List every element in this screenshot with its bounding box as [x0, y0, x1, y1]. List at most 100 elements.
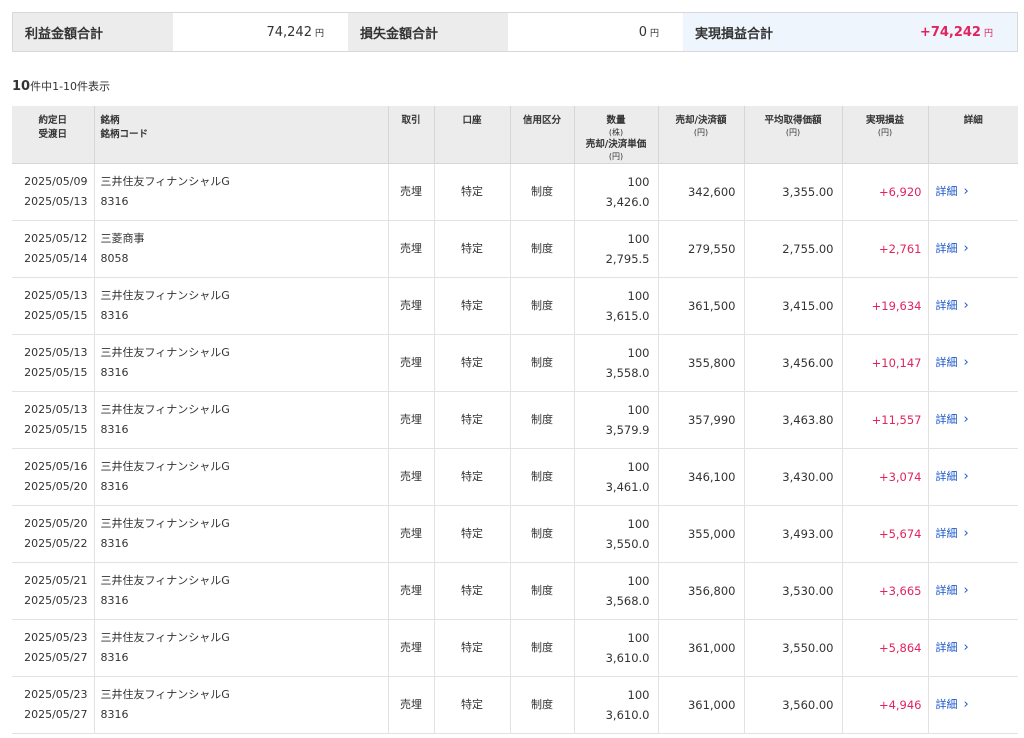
chevron-right-icon: ›	[963, 241, 969, 256]
header-account[interactable]: 口座	[434, 106, 511, 164]
unit-price: 3,610.0	[605, 651, 650, 665]
detail-label: 詳細	[935, 584, 958, 597]
stock-name: 三井住友フィナンシャルG	[100, 517, 230, 530]
account-type: 特定	[434, 619, 511, 677]
date-cell: 2025/05/13 2025/05/15	[12, 334, 95, 392]
chevron-right-icon: ›	[963, 355, 969, 370]
profit-total-amount: 74,242	[266, 24, 312, 40]
yen-unit: 円	[314, 28, 324, 39]
chevron-right-icon: ›	[963, 469, 969, 484]
header-stock[interactable]: 銘柄 銘柄コード	[94, 106, 389, 164]
loss-total-value: 0円	[508, 13, 683, 51]
header-qty-price[interactable]: 数量 (株) 売却/決済単価 (円)	[574, 106, 659, 164]
table-row: 2025/05/21 2025/05/23 三井住友フィナンシャルG 8316 …	[12, 562, 1018, 620]
detail-link[interactable]: 詳細 ›	[928, 277, 1018, 335]
table-row: 2025/05/13 2025/05/15 三井住友フィナンシャルG 8316 …	[12, 334, 1018, 392]
trade-date: 2025/05/20	[24, 517, 88, 530]
account-type: 特定	[434, 163, 511, 221]
unit-price: 3,550.0	[605, 537, 650, 551]
stock-name: 三井住友フィナンシャルG	[100, 688, 230, 701]
header-trade[interactable]: 取引	[388, 106, 435, 164]
account-type: 特定	[434, 676, 511, 734]
realized-pl: +5,674	[842, 505, 929, 563]
header-dates[interactable]: 約定日 受渡日	[12, 106, 95, 164]
detail-link[interactable]: 詳細 ›	[928, 220, 1018, 278]
header-amount-unit: (円)	[693, 128, 709, 137]
qty-price-cell: 100 2,795.5	[574, 220, 659, 278]
trade-type: 売埋	[388, 277, 435, 335]
trade-date: 2025/05/23	[24, 688, 88, 701]
header-avg-cost[interactable]: 平均取得価額 (円)	[744, 106, 843, 164]
realized-total-value: +74,242 円	[843, 13, 1017, 51]
detail-link[interactable]: 詳細 ›	[928, 676, 1018, 734]
settle-date: 2025/05/27	[24, 651, 88, 664]
unit-price: 3,558.0	[605, 366, 650, 380]
qty-price-cell: 100 3,615.0	[574, 277, 659, 335]
table-header-row: 約定日 受渡日 銘柄 銘柄コード 取引 口座 信用区分 数量 (株) 売却/決済…	[12, 106, 1018, 164]
stock-name: 三菱商事	[100, 232, 145, 245]
credit-type: 制度	[510, 505, 575, 563]
date-cell: 2025/05/13 2025/05/15	[12, 277, 95, 335]
settle-amount: 355,800	[658, 334, 745, 392]
detail-link[interactable]: 詳細 ›	[928, 163, 1018, 221]
qty-price-cell: 100 3,461.0	[574, 448, 659, 506]
realized-total-label: 実現損益合計	[683, 13, 843, 51]
header-pl-unit: (円)	[877, 128, 893, 137]
detail-label: 詳細	[935, 356, 958, 369]
stock-cell: 三井住友フィナンシャルG 8316	[94, 277, 389, 335]
header-pl-label: 実現損益	[865, 115, 904, 126]
stock-name: 三井住友フィナンシャルG	[100, 289, 230, 302]
avg-cost: 3,463.80	[744, 391, 843, 449]
unit-price: 3,579.9	[605, 423, 650, 437]
stock-name: 三井住友フィナンシャルG	[100, 574, 230, 587]
realized-pl: +6,920	[842, 163, 929, 221]
date-cell: 2025/05/21 2025/05/23	[12, 562, 95, 620]
stock-name: 三井住友フィナンシャルG	[100, 346, 230, 359]
unit-price: 3,568.0	[605, 594, 650, 608]
avg-cost: 3,560.00	[744, 676, 843, 734]
settle-date: 2025/05/14	[24, 252, 88, 265]
trade-type: 売埋	[388, 562, 435, 620]
realized-pl: +10,147	[842, 334, 929, 392]
avg-cost: 2,755.00	[744, 220, 843, 278]
settle-amount: 357,990	[658, 391, 745, 449]
detail-link[interactable]: 詳細 ›	[928, 562, 1018, 620]
stock-code: 8058	[100, 252, 129, 265]
detail-link[interactable]: 詳細 ›	[928, 448, 1018, 506]
stock-cell: 三井住友フィナンシャルG 8316	[94, 334, 389, 392]
credit-type: 制度	[510, 391, 575, 449]
account-type: 特定	[434, 277, 511, 335]
header-amount[interactable]: 売却/決済額 (円)	[658, 106, 745, 164]
quantity: 100	[627, 232, 650, 246]
table-row: 2025/05/13 2025/05/15 三井住友フィナンシャルG 8316 …	[12, 277, 1018, 335]
credit-type: 制度	[510, 562, 575, 620]
table-row: 2025/05/16 2025/05/20 三井住友フィナンシャルG 8316 …	[12, 448, 1018, 506]
header-pl[interactable]: 実現損益 (円)	[842, 106, 929, 164]
trade-date: 2025/05/13	[24, 289, 88, 302]
table-row: 2025/05/23 2025/05/27 三井住友フィナンシャルG 8316 …	[12, 619, 1018, 677]
date-cell: 2025/05/20 2025/05/22	[12, 505, 95, 563]
credit-type: 制度	[510, 334, 575, 392]
header-trade-date: 約定日	[38, 115, 67, 126]
settle-amount: 361,000	[658, 676, 745, 734]
realized-pl: +3,665	[842, 562, 929, 620]
header-credit[interactable]: 信用区分	[510, 106, 575, 164]
realized-pl: +4,946	[842, 676, 929, 734]
chevron-right-icon: ›	[963, 526, 969, 541]
header-price-unit: (円)	[608, 152, 624, 161]
result-count-total: 10	[12, 79, 31, 94]
detail-link[interactable]: 詳細 ›	[928, 391, 1018, 449]
table-body: 2025/05/09 2025/05/13 三井住友フィナンシャルG 8316 …	[12, 163, 1018, 734]
detail-link[interactable]: 詳細 ›	[928, 334, 1018, 392]
qty-price-cell: 100 3,426.0	[574, 163, 659, 221]
stock-cell: 三井住友フィナンシャルG 8316	[94, 619, 389, 677]
result-count: 10件中1-10件表示	[12, 78, 110, 94]
detail-label: 詳細	[935, 470, 958, 483]
summary-bar: 利益金額合計 74,242 円 損失金額合計 0円 実現損益合計 +74,242 円	[12, 12, 1018, 52]
header-amount-label: 売却/決済額	[675, 115, 727, 126]
detail-link[interactable]: 詳細 ›	[928, 505, 1018, 563]
detail-link[interactable]: 詳細 ›	[928, 619, 1018, 677]
avg-cost: 3,550.00	[744, 619, 843, 677]
date-cell: 2025/05/23 2025/05/27	[12, 676, 95, 734]
quantity: 100	[627, 175, 650, 189]
